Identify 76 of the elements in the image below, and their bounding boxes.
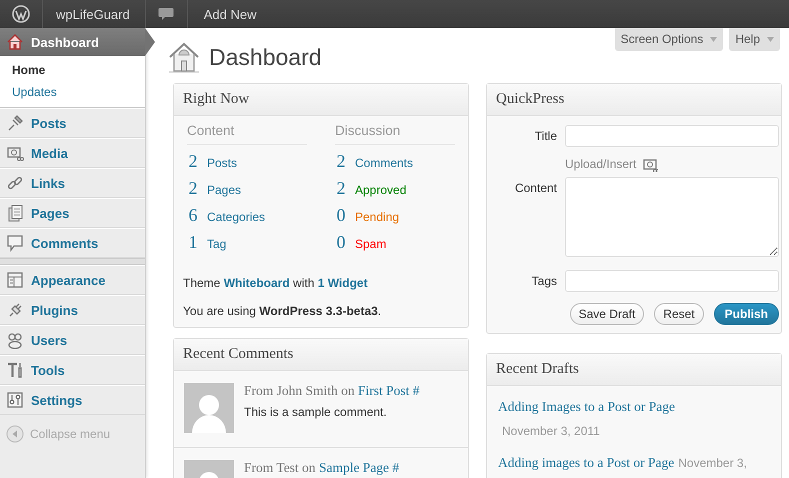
field-label: Content — [514, 180, 557, 195]
form-button[interactable]: Reset — [654, 303, 704, 325]
publish-button[interactable]: Publish — [714, 303, 779, 325]
caret-icon — [710, 36, 718, 42]
count-link[interactable]: 2 — [335, 178, 347, 199]
draft-date: November 3, — [678, 455, 747, 472]
column-heading: Content — [187, 123, 307, 145]
tools-icon — [6, 361, 24, 379]
menu-item[interactable]: Pages — [0, 198, 145, 228]
house-icon — [167, 41, 201, 73]
stat-link[interactable]: Comments — [355, 150, 414, 177]
title-input[interactable] — [565, 125, 779, 147]
sliders-icon — [6, 391, 24, 409]
house-icon — [6, 33, 24, 51]
menu-item[interactable]: Dashboard — [0, 28, 145, 56]
stat-link[interactable]: Pages — [207, 177, 242, 204]
menu-item[interactable]: Users — [0, 325, 145, 355]
theme-info: Theme Whiteboard with 1 Widget — [182, 276, 369, 290]
chain-link-icon — [6, 174, 24, 192]
panel-title: QuickPress — [487, 84, 781, 116]
menu-item[interactable]: Posts — [0, 108, 145, 138]
menu-item[interactable]: Appearance — [0, 265, 145, 295]
comment-byline: From John Smith on First Post # — [244, 383, 420, 399]
add-new-link[interactable]: Add New — [204, 6, 256, 22]
column-heading: Discussion — [335, 123, 455, 145]
speech-bubble-icon — [6, 234, 24, 252]
content-textarea[interactable] — [565, 177, 779, 257]
post-link[interactable]: First Post # — [358, 383, 420, 398]
count-link[interactable]: 0 — [335, 205, 347, 226]
users-icon — [6, 331, 24, 349]
panel-title: Recent Comments — [174, 339, 468, 371]
stat-link[interactable]: Tag — [207, 231, 226, 258]
menu-item[interactable]: Plugins — [0, 295, 145, 325]
speech-bubble-icon[interactable] — [158, 7, 174, 21]
stat-link[interactable]: Pending — [355, 204, 400, 231]
count-link[interactable]: 2 — [187, 178, 199, 199]
count-link[interactable]: 0 — [335, 232, 347, 253]
wordpress-logo-icon[interactable] — [12, 5, 30, 23]
submenu-item[interactable]: Home — [0, 61, 145, 79]
comment-byline: From Test on Sample Page # — [244, 460, 400, 476]
stat-link[interactable]: Spam — [355, 231, 386, 258]
draft-link[interactable]: Adding Images to a Post or Page — [498, 399, 675, 414]
tab-button[interactable]: Screen Options — [614, 28, 724, 51]
tags-input[interactable] — [565, 270, 779, 292]
site-name-link[interactable]: wpLifeGuard — [56, 6, 130, 22]
panel-title: Recent Drafts — [487, 354, 781, 386]
draft-link[interactable]: Adding images to a Post or Page — [498, 455, 674, 470]
layout-icon — [6, 271, 24, 289]
stat-link[interactable]: Approved — [355, 177, 406, 204]
upload-insert-button[interactable]: Upload/Insert — [565, 147, 779, 177]
draft-date: November 3, 2011 — [502, 423, 600, 440]
count-link[interactable]: 6 — [187, 205, 199, 226]
post-link[interactable]: Sample Page # — [318, 460, 400, 475]
page-title: Dashboard — [209, 44, 322, 70]
field-label: Tags — [530, 273, 557, 288]
form-button[interactable]: Save Draft — [570, 303, 644, 325]
count-link[interactable]: 2 — [187, 151, 199, 172]
submenu-item[interactable]: Updates — [0, 83, 145, 101]
version-info: You are using WordPress 3.3-beta3. — [182, 304, 382, 318]
comment-text: This is a sample comment. — [244, 405, 388, 419]
theme-link[interactable]: Whiteboard — [224, 276, 290, 290]
menu-item[interactable]: Settings — [0, 385, 145, 415]
count-link[interactable]: 1 — [187, 232, 199, 253]
stat-link[interactable]: Posts — [207, 150, 238, 177]
stat-link[interactable]: Categories — [207, 204, 266, 231]
menu-item[interactable]: Media — [0, 138, 145, 168]
count-link[interactable]: 2 — [335, 151, 347, 172]
widget-link[interactable]: 1 Widget — [318, 276, 368, 290]
pushpin-icon — [6, 114, 24, 132]
panel-title: Right Now — [174, 84, 468, 116]
menu-item[interactable]: Tools — [0, 355, 145, 385]
tab-button[interactable]: Help — [729, 28, 780, 51]
menu-item[interactable]: Links — [0, 168, 145, 198]
pages-icon — [6, 204, 24, 222]
caret-icon — [767, 36, 774, 42]
field-label: Title — [534, 128, 557, 143]
